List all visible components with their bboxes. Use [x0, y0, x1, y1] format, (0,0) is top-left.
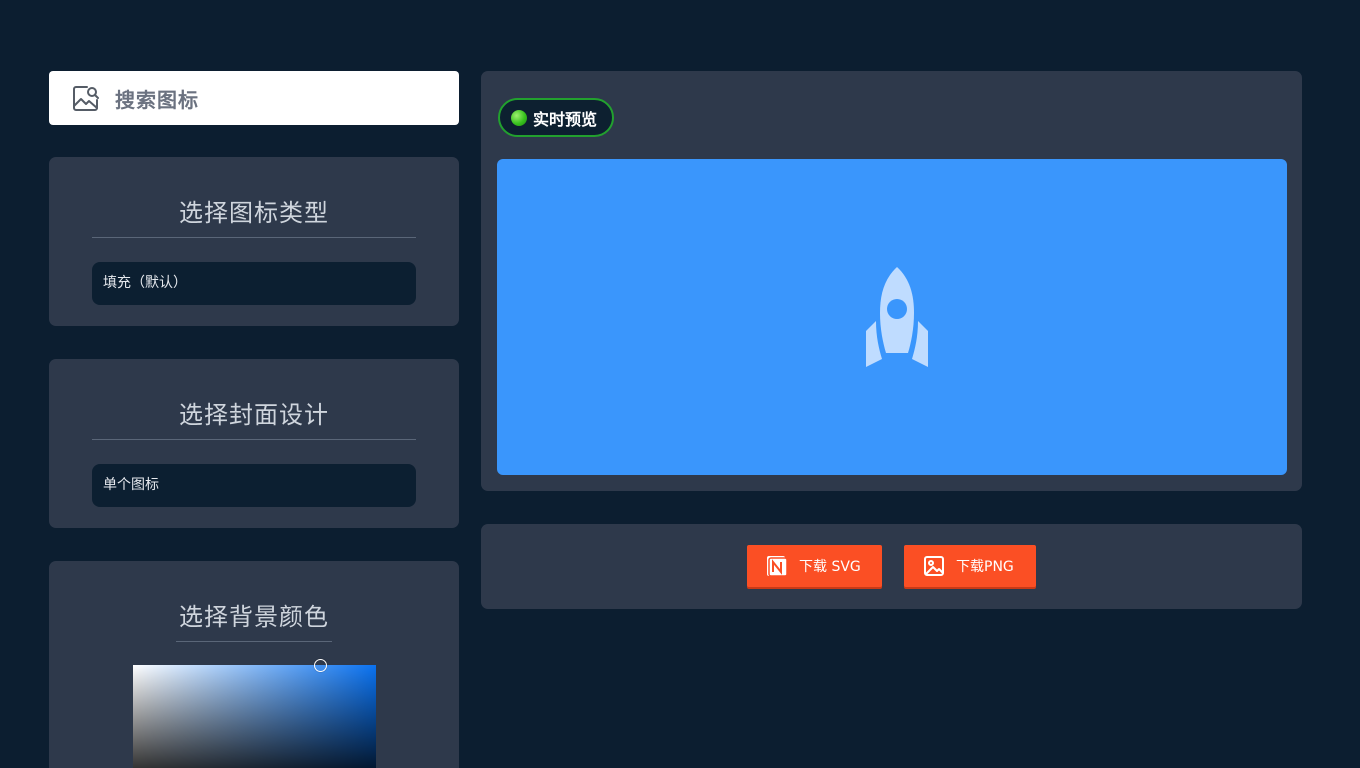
divider: [92, 237, 416, 238]
search-label: 搜索图标: [115, 87, 199, 112]
preview-panel: 实时预览: [481, 71, 1302, 491]
preview-canvas: [497, 159, 1287, 475]
download-svg-label: 下载 SVG: [799, 559, 861, 575]
cover-design-card: 选择封面设计 单个图标: [49, 359, 459, 528]
live-preview-label: 实时预览: [533, 109, 598, 129]
color-picker-handle[interactable]: [314, 659, 327, 672]
download-png-button[interactable]: 下载PNG: [904, 545, 1036, 587]
download-panel: 下载 SVG 下载PNG: [481, 524, 1302, 609]
status-dot-icon: [511, 109, 527, 126]
cover-design-title: 选择封面设计: [179, 401, 329, 429]
search-input[interactable]: 搜索图标: [49, 71, 459, 125]
page: 搜索图标 选择图标类型 填充（默认） 选择封面设计 单个图标 选择背景颜色 实时…: [0, 0, 1360, 768]
divider: [92, 439, 416, 440]
image-search-icon: [73, 86, 99, 111]
icon-type-select[interactable]: 填充（默认）: [92, 262, 416, 305]
icon-type-card: 选择图标类型 填充（默认）: [49, 157, 459, 326]
live-preview-badge: 实时预览: [498, 98, 614, 137]
background-color-card: 选择背景颜色: [49, 561, 459, 768]
cover-design-select[interactable]: 单个图标: [92, 464, 416, 507]
background-color-title: 选择背景颜色: [179, 603, 329, 631]
image-icon: [924, 556, 944, 576]
icon-type-title: 选择图标类型: [179, 199, 329, 227]
download-svg-button[interactable]: 下载 SVG: [747, 545, 882, 587]
rocket-icon: [866, 267, 928, 367]
notion-icon: [767, 556, 788, 577]
download-png-label: 下载PNG: [956, 559, 1014, 575]
color-picker[interactable]: [133, 659, 376, 768]
divider: [176, 641, 332, 642]
